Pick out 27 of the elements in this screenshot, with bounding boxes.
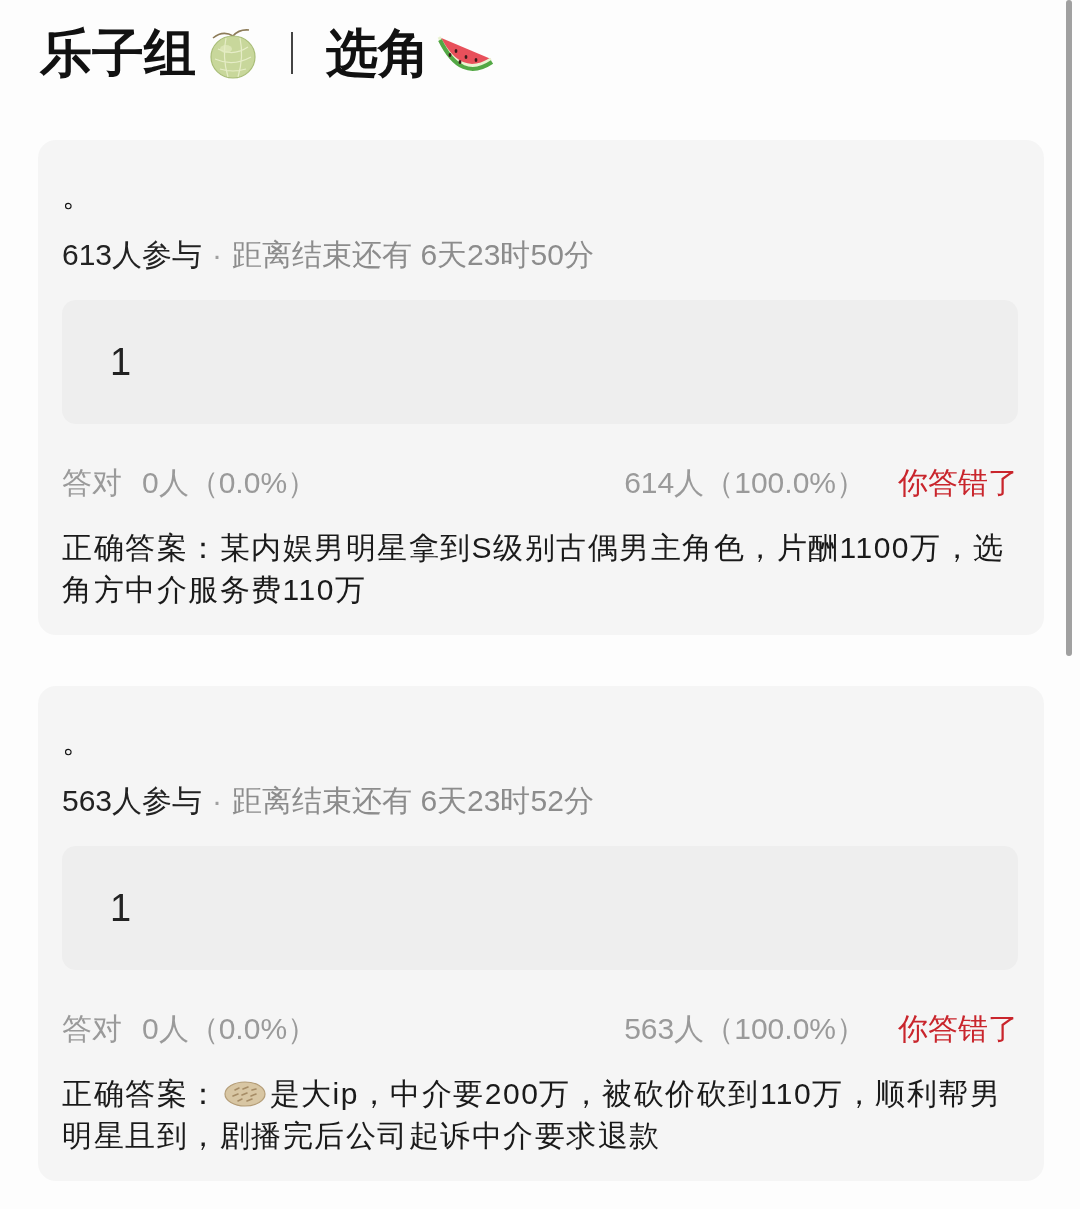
poll-option[interactable]: 1	[62, 846, 1018, 970]
wrong-count: 614人（100.0%）	[624, 465, 866, 501]
separator-dot: ·	[212, 237, 223, 273]
result-text: 你答错了	[898, 1011, 1018, 1047]
poll-option[interactable]: 1	[62, 300, 1018, 424]
correct-count: 0人（0.0%）	[142, 465, 318, 501]
question-text: 。	[62, 178, 92, 214]
correct-label: 答对	[62, 465, 122, 501]
deadline-text: 距离结束还有 6天23时52分	[232, 783, 594, 819]
answer-text: 正确答案：	[62, 1076, 220, 1112]
participants-count: 563人参与	[62, 783, 203, 819]
wrong-count: 563人（100.0%）	[624, 1011, 866, 1047]
result-text: 你答错了	[898, 465, 1018, 501]
flatbread-icon	[223, 1081, 266, 1107]
answer-text: 明星且到，剧播完后公司起诉中介要求退款	[62, 1118, 661, 1154]
topic-title: 选角	[326, 26, 430, 79]
group-title: 乐子组	[40, 26, 196, 79]
question-text: 。	[62, 724, 92, 760]
deadline-text: 距离结束还有 6天23时50分	[232, 237, 594, 273]
participants-count: 613人参与	[62, 237, 203, 273]
correct-label: 答对	[62, 1011, 122, 1047]
melon-icon	[208, 26, 258, 79]
answer-text: 是大ip，中介要200万，被砍价砍到110万，顺利帮男	[269, 1076, 1002, 1112]
correct-count: 0人（0.0%）	[142, 1011, 318, 1047]
answer-text: 正确答案：某内娱男明星拿到S级别古偶男主角色，片酬1100万，选角方中介服务费110万	[62, 530, 1006, 608]
scrollbar-thumb[interactable]	[1066, 0, 1072, 656]
separator-dot: ·	[212, 783, 223, 819]
